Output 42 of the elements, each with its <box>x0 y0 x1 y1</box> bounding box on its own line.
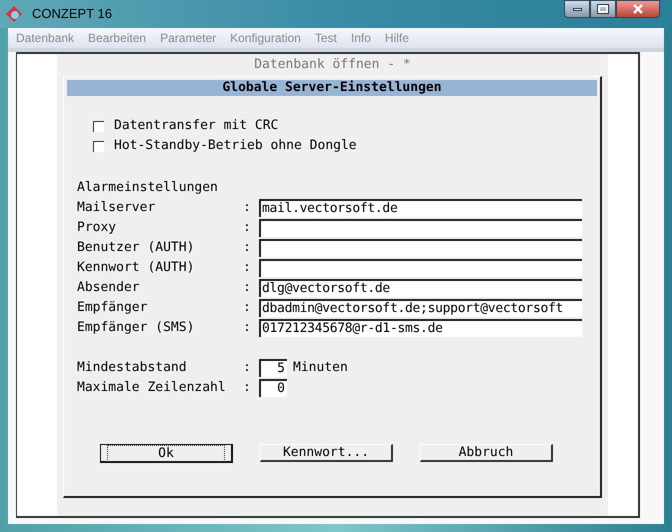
colon: : <box>243 299 252 318</box>
input-field[interactable]: 017212345678@r-d1-sms.de <box>259 319 582 337</box>
window-title: CONZEPT 16 <box>32 5 112 24</box>
section-heading: Alarmeinstellungen <box>76 179 218 197</box>
unit-label: Minuten <box>293 359 348 378</box>
field-label: Kennwort (AUTH) <box>77 259 196 278</box>
colon: : <box>243 239 252 258</box>
close-button[interactable] <box>616 0 660 18</box>
colon: : <box>243 259 252 278</box>
colon: : <box>243 379 252 398</box>
dialog-button[interactable]: Abbruch <box>420 444 553 462</box>
panel-title: Datenbank öffnen - * <box>253 56 412 74</box>
number-field[interactable]: 0 <box>259 379 287 397</box>
app-logo-icon <box>4 5 24 23</box>
minimize-button[interactable] <box>564 0 590 18</box>
input-field[interactable] <box>259 259 582 277</box>
field-label: Benutzer (AUTH) <box>77 239 196 258</box>
number-field[interactable]: 5 <box>259 359 287 377</box>
field-label: Proxy <box>77 219 118 238</box>
dialog-button[interactable]: Kennwort... <box>260 444 393 462</box>
colon: : <box>243 359 252 378</box>
colon: : <box>243 219 252 238</box>
dialog-title: Globale Server-Einstellungen <box>67 80 597 96</box>
input-field[interactable]: dlg@vectorsoft.de <box>259 279 582 297</box>
input-field[interactable] <box>259 239 582 257</box>
field-label: Mailserver <box>77 199 156 218</box>
field-label: Empfänger (SMS) <box>77 319 196 338</box>
colon: : <box>243 319 252 338</box>
dialog-button[interactable]: Ok <box>100 444 233 463</box>
field-label: Maximale Zeilenzahl <box>77 379 227 398</box>
input-field[interactable]: dbadmin@vectorsoft.de;support@vectorsoft <box>259 299 582 317</box>
input-field[interactable]: mail.vectorsoft.de <box>259 199 582 217</box>
field-label: Mindestabstand <box>77 359 188 378</box>
maximize-button[interactable] <box>590 0 616 18</box>
colon: : <box>243 199 252 218</box>
input-field[interactable] <box>259 219 582 237</box>
close-icon <box>633 4 643 14</box>
field-label: Empfänger <box>77 299 148 318</box>
checkbox[interactable]: Hot-Standby-Betrieb ohne Dongle <box>93 138 597 154</box>
checkbox[interactable]: Datentransfer mit CRC <box>93 118 597 134</box>
field-label: Absender <box>77 279 141 298</box>
colon: : <box>243 279 252 298</box>
